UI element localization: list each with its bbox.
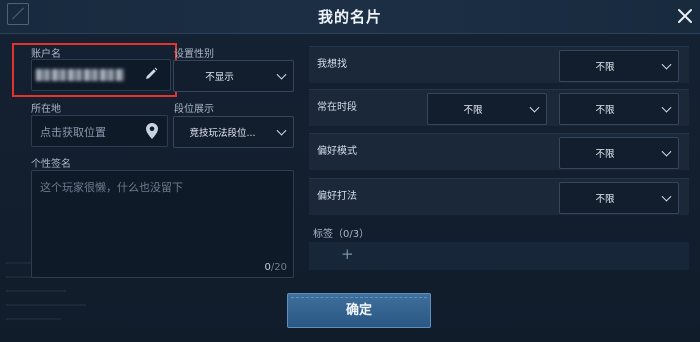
- chevron-down-icon: [661, 146, 672, 157]
- playstyle-dropdown[interactable]: 不限: [559, 182, 679, 214]
- gender-label: 设置性别: [174, 49, 214, 60]
- active-time-start-dropdown[interactable]: 不限: [427, 93, 547, 125]
- active-time-start-value: 不限: [463, 105, 483, 116]
- location-pin-icon: [146, 123, 158, 139]
- preferences-panel: 我想找 不限 常在时段 不限 不限 偏好模式 不限 偏好打法 不限 标签（0/3…: [309, 44, 689, 280]
- add-tag-button[interactable]: +: [341, 245, 354, 263]
- pref-label: 偏好模式: [317, 146, 357, 157]
- signature-counter: 0/20: [264, 262, 287, 273]
- tags-area: +: [309, 242, 689, 270]
- rank-label: 段位展示: [174, 104, 214, 115]
- location-field[interactable]: 点击获取位置: [31, 115, 168, 147]
- rank-dropdown[interactable]: 竞技玩法段位...: [173, 116, 294, 148]
- rank-value: 竞技玩法段位...: [189, 128, 256, 139]
- background-decoration: [6, 318, 61, 320]
- background-decoration: [6, 290, 66, 292]
- tags-label: 标签（0/3）: [313, 229, 370, 240]
- active-time-end-dropdown[interactable]: 不限: [559, 93, 679, 125]
- chevron-down-icon: [276, 125, 287, 136]
- background-decoration: [6, 304, 86, 306]
- playstyle-value: 不限: [595, 194, 615, 205]
- signature-label: 个性签名: [31, 159, 71, 170]
- chevron-down-icon: [529, 102, 540, 113]
- chevron-down-icon: [661, 59, 672, 70]
- chevron-down-icon: [661, 102, 672, 113]
- close-icon: [678, 9, 692, 23]
- signature-placeholder: 这个玩家很懒，什么也没留下: [40, 181, 183, 194]
- pref-row-mode: 偏好模式 不限: [309, 133, 689, 170]
- location-placeholder: 点击获取位置: [40, 126, 106, 139]
- chevron-down-icon: [661, 191, 672, 202]
- chevron-down-icon: [276, 69, 287, 80]
- active-time-end-value: 不限: [595, 105, 615, 116]
- looking-for-dropdown[interactable]: 不限: [559, 50, 679, 82]
- mode-value: 不限: [595, 149, 615, 160]
- pref-label: 我想找: [317, 59, 347, 70]
- signature-textarea[interactable]: 这个玩家很懒，什么也没留下 0/20: [31, 170, 294, 278]
- dialog-title: 我的名片: [317, 8, 382, 26]
- gender-dropdown[interactable]: 不显示: [173, 60, 294, 92]
- location-label: 所在地: [31, 104, 61, 115]
- confirm-button[interactable]: 确定: [287, 293, 431, 328]
- gender-value: 不显示: [205, 72, 234, 83]
- pref-row-playstyle: 偏好打法 不限: [309, 178, 689, 215]
- looking-for-value: 不限: [595, 62, 615, 73]
- title-bar: 我的名片: [0, 0, 700, 34]
- pref-label: 常在时段: [317, 102, 357, 113]
- highlight-box: [12, 43, 177, 97]
- pref-label: 偏好打法: [317, 191, 357, 202]
- close-button[interactable]: [674, 5, 696, 27]
- pref-row-active-time: 常在时段 不限 不限: [309, 89, 689, 126]
- pref-row-looking-for: 我想找 不限: [309, 46, 689, 83]
- mode-dropdown[interactable]: 不限: [559, 137, 679, 169]
